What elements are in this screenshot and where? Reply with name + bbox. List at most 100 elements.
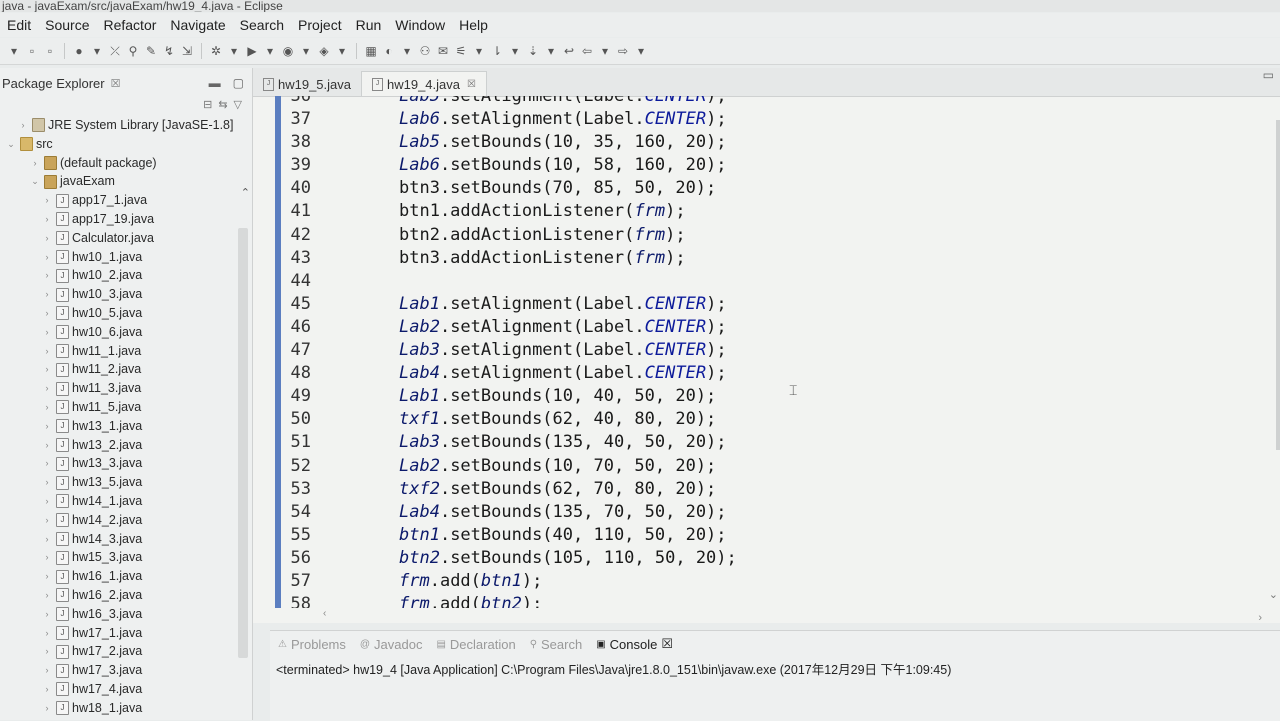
dropdown-icon[interactable]: ▾ bbox=[334, 43, 350, 59]
tree-item[interactable]: › Jhw10_3.java bbox=[0, 285, 252, 304]
dropdown-icon[interactable]: ▾ bbox=[633, 43, 649, 59]
tree-item[interactable]: › Jhw10_6.java bbox=[0, 323, 252, 342]
menu-window[interactable]: Window bbox=[388, 13, 452, 37]
collapse-arrow-icon[interactable]: › bbox=[42, 323, 52, 342]
menu-search[interactable]: Search bbox=[233, 13, 291, 37]
scroll-left-icon[interactable]: ‹ bbox=[323, 608, 326, 619]
menu-help[interactable]: Help bbox=[452, 13, 495, 37]
editor-tab[interactable]: Jhw19_4.java ☒ bbox=[361, 71, 487, 96]
menu-navigate[interactable]: Navigate bbox=[163, 13, 232, 37]
editor-scrollbar[interactable] bbox=[1276, 120, 1280, 450]
tree-item[interactable]: › Jhw16_3.java bbox=[0, 605, 252, 624]
tree-item[interactable]: › Jhw11_3.java bbox=[0, 379, 252, 398]
tree-item[interactable]: › Jhw18_1.java bbox=[0, 699, 252, 718]
scroll-up-icon[interactable]: ⌃ bbox=[241, 186, 250, 199]
tree-item[interactable]: › Jhw13_2.java bbox=[0, 436, 252, 455]
collapse-arrow-icon[interactable]: › bbox=[42, 680, 52, 699]
tree-item[interactable]: ⌄ javaExam bbox=[0, 172, 252, 191]
maximize-icon[interactable]: ▢ bbox=[233, 76, 244, 90]
scroll-down-icon[interactable]: ⌄ bbox=[1269, 588, 1278, 601]
tree-item[interactable]: › Jhw17_1.java bbox=[0, 624, 252, 643]
collapse-arrow-icon[interactable]: › bbox=[42, 567, 52, 586]
view-menu-icon[interactable]: ▽ bbox=[234, 98, 242, 116]
new-package-icon[interactable]: ▦ bbox=[363, 43, 379, 59]
scroll-right-icon[interactable]: › bbox=[1258, 612, 1262, 624]
tab-problems[interactable]: ⚠ Problems bbox=[278, 637, 346, 652]
tab-console[interactable]: ▣ Console ☒ bbox=[596, 636, 673, 652]
collapse-arrow-icon[interactable]: › bbox=[42, 266, 52, 285]
close-icon[interactable]: ☒ bbox=[467, 79, 476, 90]
tree-item[interactable]: › Jhw10_1.java bbox=[0, 248, 252, 267]
tab-declaration[interactable]: ▤ Declaration bbox=[436, 637, 515, 652]
tree-item[interactable]: › Jhw15_3.java bbox=[0, 548, 252, 567]
collapse-arrow-icon[interactable]: › bbox=[42, 548, 52, 567]
pin-icon[interactable]: ⚲ bbox=[125, 43, 141, 59]
dropdown-icon[interactable]: ▾ bbox=[262, 43, 278, 59]
run-icon[interactable]: ▶ bbox=[244, 43, 260, 59]
collapse-arrow-icon[interactable]: › bbox=[42, 304, 52, 323]
collapse-arrow-icon[interactable]: › bbox=[42, 285, 52, 304]
collapse-arrow-icon[interactable]: › bbox=[42, 342, 52, 361]
tree-item[interactable]: › Jhw11_5.java bbox=[0, 398, 252, 417]
tree-item[interactable]: › Jhw13_1.java bbox=[0, 417, 252, 436]
collapse-arrow-icon[interactable]: › bbox=[42, 511, 52, 530]
debug-icon[interactable]: ● bbox=[71, 43, 87, 59]
tree-item[interactable]: › Jhw11_2.java bbox=[0, 360, 252, 379]
close-icon[interactable]: ☒ bbox=[661, 636, 673, 652]
expand-arrow-icon[interactable]: ⌄ bbox=[6, 135, 16, 154]
collapse-arrow-icon[interactable]: › bbox=[42, 605, 52, 624]
tree-item[interactable]: › Jhw13_5.java bbox=[0, 473, 252, 492]
collapse-arrow-icon[interactable]: › bbox=[42, 436, 52, 455]
collapse-arrow-icon[interactable]: › bbox=[42, 417, 52, 436]
annotation-icon[interactable]: ⇂ bbox=[489, 43, 505, 59]
tree-item[interactable]: › Jhw14_1.java bbox=[0, 492, 252, 511]
dropdown-icon[interactable]: ▾ bbox=[226, 43, 242, 59]
tree-item[interactable]: › Jhw17_2.java bbox=[0, 642, 252, 661]
dropdown-icon[interactable]: ▾ bbox=[298, 43, 314, 59]
collapse-arrow-icon[interactable]: › bbox=[42, 454, 52, 473]
tree-item[interactable]: › Jhw13_3.java bbox=[0, 454, 252, 473]
close-icon[interactable]: ☒ bbox=[111, 77, 121, 90]
tab-javadoc[interactable]: @ Javadoc bbox=[360, 637, 423, 652]
forward-icon[interactable]: ⇨ bbox=[615, 43, 631, 59]
dropdown-icon[interactable]: ▾ bbox=[89, 43, 105, 59]
tree-item[interactable]: › Jhw16_1.java bbox=[0, 567, 252, 586]
collapse-arrow-icon[interactable]: › bbox=[42, 530, 52, 549]
search-icon[interactable]: ⚟ bbox=[453, 43, 469, 59]
tab-search[interactable]: ⚲ Search bbox=[530, 637, 583, 652]
new-class-icon[interactable]: ◐ bbox=[381, 43, 397, 59]
collapse-arrow-icon[interactable]: › bbox=[42, 360, 52, 379]
tree-item[interactable]: › J Calculator.java bbox=[0, 229, 252, 248]
dropdown-icon[interactable]: ▾ bbox=[471, 43, 487, 59]
tree-item[interactable]: › (default package) bbox=[0, 154, 252, 173]
external-tools-icon[interactable]: ◈ bbox=[316, 43, 332, 59]
dropdown-icon[interactable]: ▾ bbox=[543, 43, 559, 59]
collapse-arrow-icon[interactable]: › bbox=[42, 398, 52, 417]
code-area[interactable]: 36 Lab5.setAlignment(Label.CENTER); 37 Lab6… bbox=[253, 96, 1280, 608]
collapse-arrow-icon[interactable]: › bbox=[42, 229, 52, 248]
tree-item[interactable]: › Japp17_1.java bbox=[0, 191, 252, 210]
tree-item[interactable]: › Jhw14_2.java bbox=[0, 511, 252, 530]
format-icon[interactable]: ⇲ bbox=[179, 43, 195, 59]
coverage-icon[interactable]: ◉ bbox=[280, 43, 296, 59]
collapse-arrow-icon[interactable]: › bbox=[18, 116, 28, 135]
settings-icon[interactable]: ✲ bbox=[208, 43, 224, 59]
collapse-arrow-icon[interactable]: › bbox=[42, 699, 52, 718]
collapse-arrow-icon[interactable]: › bbox=[30, 154, 40, 173]
print-icon[interactable]: ▫ bbox=[42, 43, 58, 59]
collapse-arrow-icon[interactable]: › bbox=[42, 191, 52, 210]
tree-item[interactable]: › Jhw17_4.java bbox=[0, 680, 252, 699]
tree-item[interactable]: › JRE System Library [JavaSE-1.8] bbox=[0, 116, 252, 135]
new-icon[interactable]: ▾ bbox=[6, 43, 22, 59]
expand-arrow-icon[interactable]: ⌄ bbox=[30, 172, 40, 191]
tree-item[interactable]: › Jhw10_5.java bbox=[0, 304, 252, 323]
tree-item[interactable]: › Japp17_19.java bbox=[0, 210, 252, 229]
menu-run[interactable]: Run bbox=[349, 13, 389, 37]
collapse-arrow-icon[interactable]: › bbox=[42, 379, 52, 398]
collapse-arrow-icon[interactable]: › bbox=[42, 624, 52, 643]
step-icon[interactable]: ↯ bbox=[161, 43, 177, 59]
menu-refactor[interactable]: Refactor bbox=[96, 13, 163, 37]
last-edit-icon[interactable]: ↩ bbox=[561, 43, 577, 59]
collapse-arrow-icon[interactable]: › bbox=[42, 473, 52, 492]
tree-item[interactable]: › Jhw10_2.java bbox=[0, 266, 252, 285]
